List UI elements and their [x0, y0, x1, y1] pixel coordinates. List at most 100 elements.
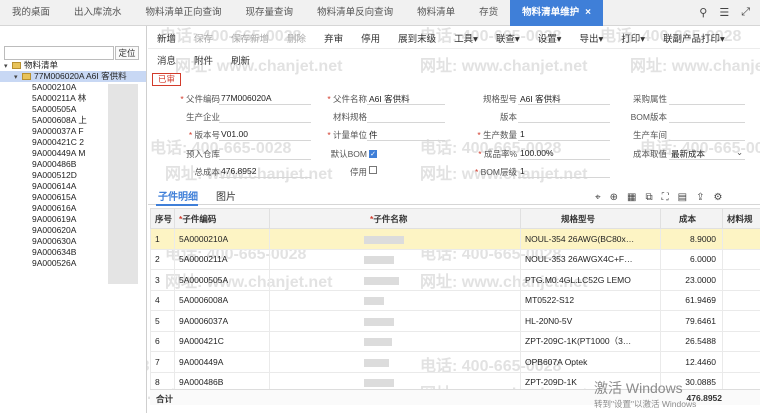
- table-row[interactable]: 5 9A0006037A HL-20N0-5V 79.6461: [150, 310, 760, 332]
- cell-material[interactable]: [722, 228, 760, 250]
- col-spec[interactable]: 规格型号: [520, 208, 661, 229]
- bom-level-value[interactable]: 1: [520, 166, 525, 176]
- disable-button[interactable]: 停用: [352, 31, 389, 45]
- cell-spec[interactable]: PTG.M0.4GL.LC52G LEMO: [520, 269, 661, 291]
- col-material[interactable]: 材料规: [722, 208, 760, 229]
- parent-code-value[interactable]: 77M006020A: [221, 93, 272, 103]
- cell-name[interactable]: [269, 330, 521, 352]
- tab-onhand-query[interactable]: 现存量查询: [234, 0, 306, 26]
- qty-value[interactable]: 1: [520, 129, 525, 139]
- checkbox-checked[interactable]: ✓: [369, 150, 377, 158]
- cell-name[interactable]: [269, 289, 521, 311]
- yield-value[interactable]: 100.00%: [520, 148, 554, 158]
- version-no-value[interactable]: V01.00: [221, 129, 248, 139]
- cell-material[interactable]: [722, 269, 760, 291]
- cell-spec[interactable]: NOUL-354 26AWG(BC80x…: [520, 228, 661, 250]
- tab-bom-reverse-query[interactable]: 物料清单反向查询: [305, 0, 405, 26]
- coproduct-print-menu[interactable]: 联副产品打印▾: [654, 31, 734, 45]
- copy-icon[interactable]: ⧉: [645, 192, 652, 203]
- tree-root[interactable]: ▾ 物料清单: [0, 60, 146, 71]
- add-row-icon[interactable]: ⊕: [610, 192, 618, 203]
- link-query-menu[interactable]: 联查▾: [487, 31, 529, 45]
- cell-material[interactable]: [722, 289, 760, 311]
- tab-bom[interactable]: 物料清单: [405, 0, 467, 26]
- table-row[interactable]: 2 5A0000211A NOUL-353 26AWGX4C+F… 6.0000: [150, 248, 760, 270]
- export-icon[interactable]: ⇪: [696, 192, 704, 203]
- cell-cost: 12.4460: [660, 351, 723, 373]
- add-button[interactable]: 新增: [148, 31, 185, 45]
- table-row[interactable]: 4 5A0006008A MT0522-S12 61.9469: [150, 289, 760, 311]
- activation-subtitle: 转到"设置"以激活 Windows: [594, 399, 697, 409]
- cell-code[interactable]: 9A0006037A: [174, 310, 270, 332]
- table-row[interactable]: 1 5A0000210A NOUL-354 26AWG(BC80x… 8.900…: [150, 228, 760, 250]
- workshop-label: 生产车间: [632, 130, 667, 140]
- cell-code[interactable]: 5A0000210A: [174, 228, 270, 250]
- cell-name[interactable]: [269, 351, 521, 373]
- fullscreen-icon[interactable]: ⛶: [662, 192, 669, 203]
- save-button[interactable]: 保存: [185, 31, 222, 45]
- expand-icon[interactable]: ⤢: [741, 6, 750, 19]
- settings-menu[interactable]: 设置▾: [529, 31, 571, 45]
- tab-stock-flow[interactable]: 出入库流水: [62, 0, 134, 26]
- table-row[interactable]: 7 9A000449A OPB607A Optek 12.4460: [150, 351, 760, 373]
- field-underline: [518, 104, 610, 105]
- label-text: 成品率%: [483, 149, 517, 159]
- cell-material[interactable]: [722, 248, 760, 270]
- table-row[interactable]: 6 9A000421C ZPT-209C-1K(PT1000（3… 26.548…: [150, 330, 760, 352]
- cell-spec[interactable]: ZPT-209C-1K(PT1000（3…: [520, 330, 661, 352]
- cell-spec[interactable]: HL-20N0-5V: [520, 310, 661, 332]
- search-icon[interactable]: ⚲: [699, 6, 707, 19]
- paste-icon[interactable]: ▤: [678, 192, 687, 203]
- cell-spec[interactable]: NOUL-353 26AWGX4C+F…: [520, 248, 661, 270]
- cell-material[interactable]: [722, 351, 760, 373]
- grid-icon[interactable]: ▦: [627, 192, 636, 203]
- chevron-down-icon[interactable]: ⌄: [736, 147, 743, 158]
- cell-code[interactable]: 5A0006008A: [174, 289, 270, 311]
- cell-code[interactable]: 5A0000505A: [174, 269, 270, 291]
- cell-spec[interactable]: OPB607A Optek: [520, 351, 661, 373]
- default-bom-checkbox[interactable]: ✓: [369, 147, 377, 158]
- tab-child-detail[interactable]: 子件明细: [158, 188, 198, 203]
- tab-pictures[interactable]: 图片: [216, 188, 236, 203]
- expand-to-leaf-button[interactable]: 展到末级: [389, 31, 445, 45]
- tab-bom-forward-query[interactable]: 物料清单正向查询: [134, 0, 234, 26]
- delete-button[interactable]: 删除: [278, 31, 315, 45]
- export-menu[interactable]: 导出▾: [570, 31, 612, 45]
- cell-code[interactable]: 5A0000211A: [174, 248, 270, 270]
- save-and-new-button[interactable]: 保存新增: [222, 31, 278, 45]
- col-code[interactable]: *子件编码: [174, 208, 270, 229]
- tab-bom-maintenance[interactable]: 物料清单维护 ×: [510, 0, 603, 26]
- message-button[interactable]: 消息: [148, 53, 185, 67]
- tree-node-parent[interactable]: ▾ 77M006020A A6I 客供料: [0, 71, 146, 82]
- tree-search-input[interactable]: [4, 46, 114, 60]
- location-icon[interactable]: ⌖: [595, 192, 601, 203]
- checkbox-unchecked[interactable]: [369, 166, 377, 174]
- table-row[interactable]: 3 5A0000505A PTG.M0.4GL.LC52G LEMO 23.00…: [150, 269, 760, 291]
- cell-name[interactable]: [269, 310, 521, 332]
- collapse-icon[interactable]: ▾: [4, 61, 12, 72]
- attachment-button[interactable]: 附件: [185, 53, 222, 67]
- col-seq[interactable]: 序号: [150, 208, 175, 229]
- cell-material[interactable]: [722, 330, 760, 352]
- tools-menu[interactable]: 工具▾: [445, 31, 487, 45]
- cell-spec[interactable]: MT0522-S12: [520, 289, 661, 311]
- cell-code[interactable]: 9A000421C: [174, 330, 270, 352]
- col-name[interactable]: *子件名称: [269, 208, 521, 229]
- print-menu[interactable]: 打印▾: [612, 31, 654, 45]
- refresh-button[interactable]: 刷新: [222, 53, 259, 67]
- cell-material[interactable]: [722, 310, 760, 332]
- tab-desktop[interactable]: 我的桌面: [0, 0, 62, 26]
- cell-name[interactable]: [269, 248, 521, 270]
- cell-name[interactable]: [269, 228, 521, 250]
- tab-inventory[interactable]: 存货: [467, 0, 510, 26]
- unaudit-button[interactable]: 弃审: [315, 31, 352, 45]
- col-cost[interactable]: 成本: [660, 208, 723, 229]
- disabled-checkbox[interactable]: [369, 165, 377, 175]
- config-icon[interactable]: ⚙: [713, 192, 722, 203]
- close-icon[interactable]: ×: [585, 7, 591, 18]
- menu-icon[interactable]: ☰: [719, 6, 729, 19]
- collapse-icon[interactable]: ▾: [14, 72, 22, 83]
- locate-button[interactable]: 定位: [115, 46, 139, 60]
- cell-name[interactable]: [269, 269, 521, 291]
- cell-code[interactable]: 9A000449A: [174, 351, 270, 373]
